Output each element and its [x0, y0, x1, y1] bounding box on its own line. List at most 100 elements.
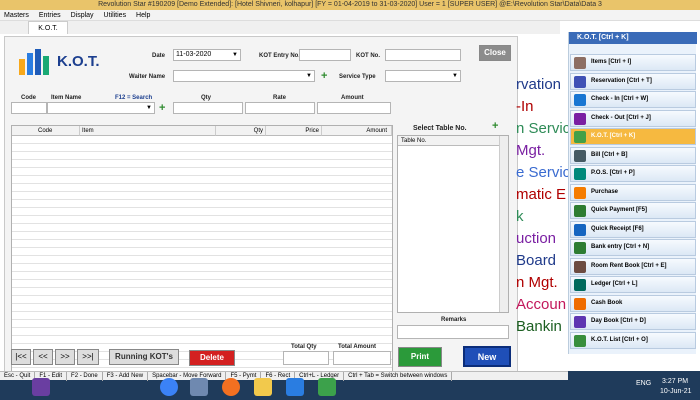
table-row[interactable]: [12, 336, 392, 344]
sidebar-item-label: K.O.T. [Ctrl + K]: [591, 133, 636, 139]
add-waiter-icon[interactable]: +: [321, 71, 327, 82]
date-field[interactable]: 11-03-2020 ▼: [173, 49, 241, 61]
item-name-select[interactable]: ▼: [47, 102, 155, 114]
file-explorer-icon[interactable]: [254, 378, 272, 396]
sidebar-item-label: Room Rent Book [Ctrl + E]: [591, 262, 667, 269]
kot-no-field[interactable]: [385, 49, 461, 61]
sidebar-item[interactable]: Purchase: [570, 183, 696, 201]
service-type-select[interactable]: ▼: [385, 70, 461, 82]
sidebar-item[interactable]: Check - Out [Ctrl + J]: [570, 109, 696, 127]
chrome-icon[interactable]: [160, 378, 178, 396]
table-row[interactable]: [12, 304, 392, 312]
table-row[interactable]: [12, 288, 392, 296]
kot-entry-field[interactable]: [299, 49, 351, 61]
table-row[interactable]: [12, 240, 392, 248]
table-row[interactable]: [12, 272, 392, 280]
last-record-button[interactable]: >>|: [77, 349, 99, 365]
sidebar-item-icon: [574, 75, 586, 88]
sidebar-item[interactable]: Quick Receipt [F6]: [570, 220, 696, 238]
table-row[interactable]: [12, 248, 392, 256]
item-grid[interactable]: Code Item Qty Price Amount: [11, 125, 393, 377]
table-row[interactable]: [12, 184, 392, 192]
sidebar-item-icon: [574, 168, 586, 180]
sidebar-item[interactable]: Room Rent Book [Ctrl + E]: [570, 257, 696, 275]
table-row[interactable]: [12, 216, 392, 224]
sidebar-item-icon: [574, 149, 586, 162]
table-row[interactable]: [12, 312, 392, 320]
sidebar-item[interactable]: K.O.T. List [Ctrl + O]: [570, 331, 696, 349]
table-row[interactable]: [12, 264, 392, 272]
kot-no-label: KOT No.: [356, 53, 380, 59]
dropdown-arrow-icon: ▼: [232, 52, 238, 58]
revolution-star-icon[interactable]: [286, 378, 304, 396]
sidebar-item[interactable]: Day Book [Ctrl + D]: [570, 313, 696, 330]
menu-help[interactable]: Help: [132, 10, 154, 21]
sidebar-item-label: Reservation [Ctrl + T]: [591, 77, 652, 84]
sidebar-item[interactable]: Quick Payment [F5]: [570, 202, 696, 219]
add-item-icon[interactable]: +: [159, 103, 165, 114]
table-row[interactable]: [12, 160, 392, 168]
app-icon-2[interactable]: [318, 378, 336, 396]
table-row[interactable]: [12, 152, 392, 160]
waiter-select[interactable]: ▼: [173, 70, 315, 82]
next-record-button[interactable]: >>: [55, 349, 75, 365]
sidebar-item[interactable]: K.O.T. [Ctrl + K]: [570, 128, 696, 145]
menu-display[interactable]: Display: [67, 10, 98, 21]
dropdown-arrow-icon: ▼: [452, 73, 458, 79]
background-label: rvation: [516, 76, 562, 93]
sidebar-item[interactable]: Bill [Ctrl + B]: [570, 146, 696, 164]
prev-record-button[interactable]: <<: [33, 349, 53, 365]
delete-button[interactable]: Delete: [189, 350, 235, 366]
dropdown-arrow-icon: ▼: [306, 73, 312, 79]
status-bar: Esc - Quit F1 - Edit F2 - Done F3 - Add New…: [0, 371, 568, 381]
sidebar-item[interactable]: Bank entry [Ctrl + N]: [570, 239, 696, 256]
sidebar-item-icon: [574, 57, 586, 69]
qty-input[interactable]: [173, 102, 243, 114]
total-qty-field: [283, 351, 329, 365]
kot-entry-label: KOT Entry No.: [259, 53, 301, 59]
add-table-icon[interactable]: +: [492, 121, 498, 132]
menu-masters[interactable]: Masters: [0, 10, 33, 21]
table-row[interactable]: [12, 224, 392, 232]
app-icon[interactable]: [190, 378, 208, 396]
table-row[interactable]: [12, 176, 392, 184]
remarks-field[interactable]: [397, 325, 509, 339]
running-kots-button[interactable]: Running KOT's: [109, 349, 179, 365]
table-row[interactable]: [12, 208, 392, 216]
visual-studio-icon[interactable]: [32, 378, 50, 396]
language-indicator[interactable]: ENG: [636, 380, 651, 387]
sidebar-item[interactable]: Cash Book: [570, 294, 696, 312]
sidebar-item[interactable]: P.O.S. [Ctrl + P]: [570, 165, 696, 182]
table-row[interactable]: [12, 144, 392, 152]
rate-input[interactable]: [245, 102, 315, 114]
menu-utilities[interactable]: Utilities: [100, 10, 131, 21]
total-amount-label: Total Amount: [338, 344, 376, 350]
menu-entries[interactable]: Entries: [35, 10, 65, 21]
firefox-icon[interactable]: [222, 378, 240, 396]
sidebar-item-label: Items [Ctrl + I]: [591, 59, 632, 65]
sidebar-item[interactable]: Check - In [Ctrl + W]: [570, 91, 696, 108]
table-row[interactable]: [12, 168, 392, 176]
table-list[interactable]: Table No.: [397, 135, 509, 313]
table-row[interactable]: [12, 320, 392, 328]
background-label: n Mgt.: [516, 274, 558, 291]
first-record-button[interactable]: |<<: [11, 349, 31, 365]
table-row[interactable]: [12, 296, 392, 304]
code-input[interactable]: [11, 102, 47, 114]
table-row[interactable]: [12, 192, 392, 200]
table-row[interactable]: [12, 256, 392, 264]
sidebar-item[interactable]: Reservation [Ctrl + T]: [570, 72, 696, 90]
amount-input[interactable]: [317, 102, 391, 114]
item-name-label: Item Name: [51, 95, 82, 101]
table-row[interactable]: [12, 280, 392, 288]
print-button[interactable]: Print: [398, 347, 442, 367]
sidebar-item[interactable]: Ledger [Ctrl + L]: [570, 276, 696, 293]
new-button[interactable]: New: [463, 346, 511, 367]
table-row[interactable]: [12, 136, 392, 144]
table-row[interactable]: [12, 232, 392, 240]
tab-kot[interactable]: K.O.T.: [28, 21, 68, 34]
background-label: uction: [516, 230, 557, 247]
table-row[interactable]: [12, 328, 392, 336]
table-row[interactable]: [12, 200, 392, 208]
sidebar-item[interactable]: Items [Ctrl + I]: [570, 54, 696, 71]
